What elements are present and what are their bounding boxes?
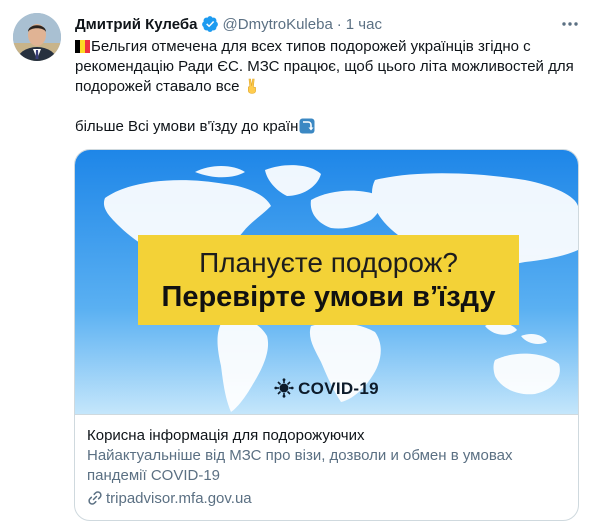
victory-hand-icon bbox=[247, 78, 256, 94]
tweet-line-4: більше Всі умови в'їзду до країн bbox=[75, 118, 299, 135]
tweet-text-line: подорожей ставало все bbox=[75, 77, 583, 97]
tweet-header: Дмитрий Кулеба @DmytroKuleba · 1 час bbox=[75, 14, 382, 34]
link-icon bbox=[88, 491, 102, 505]
tweet-timestamp[interactable]: 1 час bbox=[346, 16, 382, 33]
tweet[interactable]: Дмитрий Кулеба @DmytroKuleba · 1 час Бел… bbox=[0, 0, 592, 529]
avatar[interactable] bbox=[13, 13, 61, 61]
tweet-line-1: Бельгия отмечена для всех типов подороже… bbox=[91, 38, 531, 55]
card-body[interactable]: Корисна інформація для подорожуючих Найа… bbox=[87, 426, 567, 509]
banner-headline-1: Плануєте подорож? bbox=[199, 247, 458, 278]
belgium-flag-icon bbox=[75, 39, 90, 53]
tweet-line-3: подорожей ставало все bbox=[75, 78, 240, 95]
card-title: Корисна інформація для подорожуючих bbox=[87, 427, 365, 444]
more-dots-icon bbox=[562, 22, 578, 26]
tweet-text: Бельгия отмечена для всех типов подороже… bbox=[75, 37, 583, 137]
link-card[interactable]: Плануєте подорож? Перевірте умови в’їзду bbox=[74, 149, 579, 521]
verified-badge-icon bbox=[201, 15, 219, 33]
card-description: Найактуальніше від МЗС про візи, дозволи… bbox=[87, 447, 513, 484]
tweet-text-line: Бельгия отмечена для всех типов подороже… bbox=[75, 37, 583, 57]
tweet-text-line: більше Всі умови в'їзду до країн bbox=[75, 117, 583, 137]
header-separator: · bbox=[336, 15, 342, 33]
covid-label: COVID-19 bbox=[75, 378, 578, 399]
banner-headline-2: Перевірте умови в’їзду bbox=[161, 281, 496, 313]
card-domain: tripadvisor.mfa.gov.ua bbox=[87, 489, 567, 509]
card-domain-text: tripadvisor.mfa.gov.ua bbox=[106, 490, 252, 507]
virus-icon bbox=[274, 378, 294, 398]
card-image[interactable]: Плануєте подорож? Перевірте умови в’їзду bbox=[75, 150, 578, 414]
display-name[interactable]: Дмитрий Кулеба bbox=[75, 16, 198, 33]
user-avatar-icon bbox=[13, 13, 61, 61]
tweet-line-2: рекомендацію Ради ЄС. МЗС працює, щоб ць… bbox=[75, 58, 574, 75]
user-handle[interactable]: @DmytroKuleba bbox=[223, 16, 333, 33]
more-options-button[interactable] bbox=[560, 14, 580, 34]
card-divider bbox=[75, 414, 578, 415]
covid-text: COVID-19 bbox=[298, 379, 379, 398]
headline-banner: Плануєте подорож? Перевірте умови в’їзду bbox=[138, 235, 519, 325]
arrow-curving-down-icon bbox=[299, 118, 315, 134]
